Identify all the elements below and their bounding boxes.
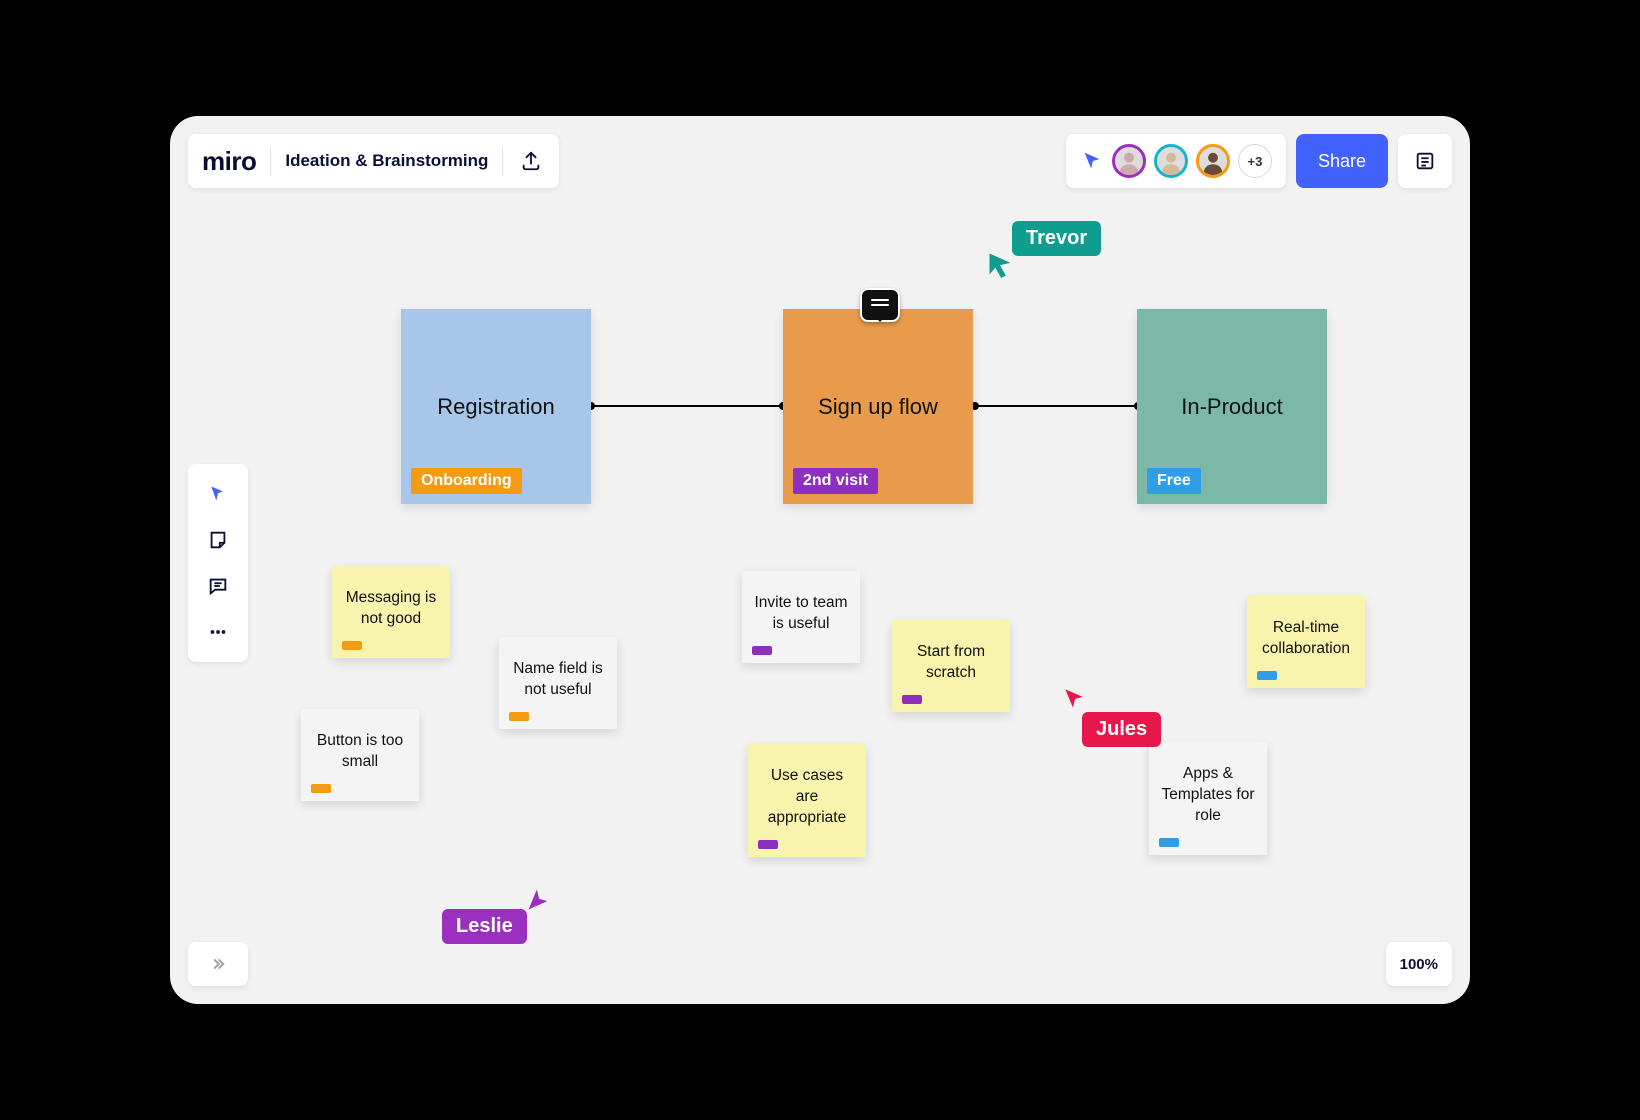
- note-chip: [342, 641, 362, 650]
- note-chip: [1159, 838, 1179, 847]
- note-chip: [509, 712, 529, 721]
- sticky-note-text: Use cases are appropriate: [768, 767, 846, 826]
- sticky-note-text: Button is too small: [317, 732, 403, 770]
- sticky-note[interactable]: Apps & Templates for role: [1149, 742, 1267, 855]
- sticky-note[interactable]: Button is too small: [301, 709, 419, 801]
- cursor-icon: [1061, 686, 1087, 717]
- connector[interactable]: [975, 405, 1138, 407]
- note-chip: [902, 695, 922, 704]
- cursor-label-leslie: Leslie: [442, 909, 527, 944]
- cursor-icon: [524, 886, 552, 919]
- sticky-note[interactable]: Invite to team is useful: [742, 571, 860, 663]
- comment-icon[interactable]: [860, 288, 900, 322]
- sticky-note-text: Invite to team is useful: [754, 594, 847, 632]
- note-chip: [752, 646, 772, 655]
- note-chip: [1257, 671, 1277, 680]
- card-inproduct[interactable]: In-Product Free: [1137, 309, 1327, 504]
- card-tag: Free: [1147, 468, 1201, 494]
- card-title: Sign up flow: [818, 394, 938, 420]
- sticky-note-text: Real-time collaboration: [1262, 619, 1350, 657]
- sticky-note[interactable]: Messaging is not good: [332, 566, 450, 658]
- sticky-note-text: Name field is not useful: [513, 660, 603, 698]
- sticky-note-text: Messaging is not good: [346, 589, 436, 627]
- cursor-label-jules: Jules: [1082, 712, 1161, 747]
- connector[interactable]: [591, 405, 783, 407]
- sticky-note[interactable]: Start from scratch: [892, 620, 1010, 712]
- card-title: In-Product: [1181, 394, 1283, 420]
- card-signup[interactable]: Sign up flow 2nd visit: [783, 309, 973, 504]
- note-chip: [758, 840, 778, 849]
- cursor-icon: [986, 250, 1014, 283]
- sticky-note[interactable]: Name field is not useful: [499, 637, 617, 729]
- sticky-note-text: Start from scratch: [917, 643, 985, 681]
- card-tag: Onboarding: [411, 468, 522, 494]
- card-title: Registration: [437, 394, 554, 420]
- canvas[interactable]: Registration Onboarding Sign up flow 2nd…: [170, 116, 1470, 1004]
- sticky-note-text: Apps & Templates for role: [1161, 765, 1254, 824]
- cursor-label-trevor: Trevor: [1012, 221, 1101, 256]
- card-tag: 2nd visit: [793, 468, 878, 494]
- card-registration[interactable]: Registration Onboarding: [401, 309, 591, 504]
- sticky-note[interactable]: Real-time collaboration: [1247, 596, 1365, 688]
- note-chip: [311, 784, 331, 793]
- sticky-note[interactable]: Use cases are appropriate: [748, 744, 866, 857]
